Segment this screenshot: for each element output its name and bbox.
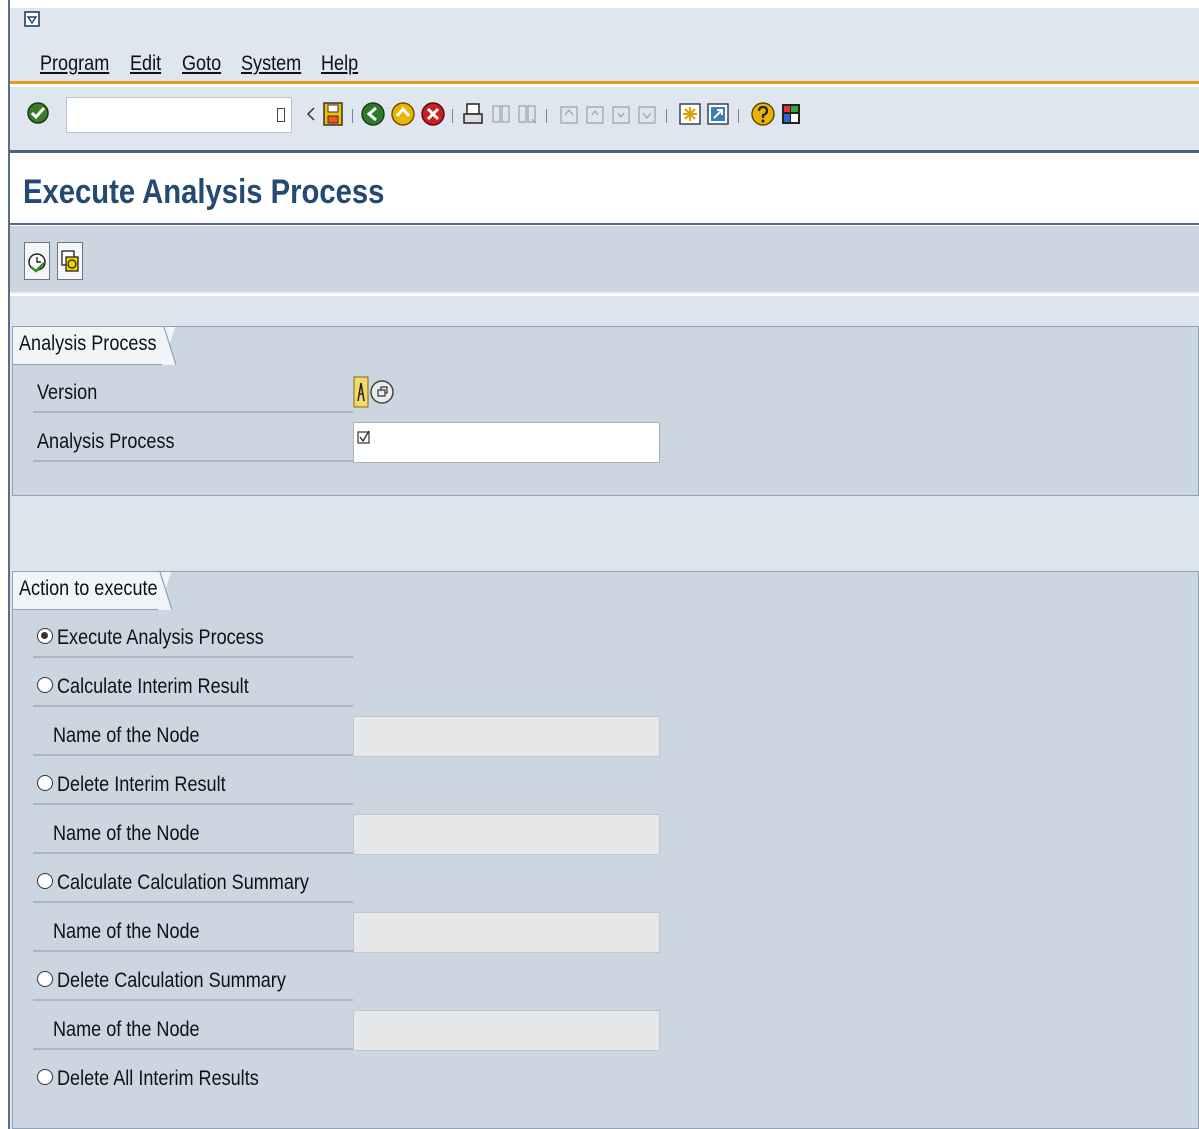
save-icon[interactable] — [322, 101, 344, 127]
execute-background-button[interactable] — [57, 242, 83, 280]
menu-program[interactable]: Program — [40, 52, 116, 76]
toolbar-separator — [352, 109, 353, 123]
option-label: Calculate Calculation Summary — [57, 871, 309, 894]
radio-delete-all-interim-results[interactable] — [37, 1069, 53, 1085]
toolbar-separator — [738, 109, 739, 123]
radio-delete-interim-result[interactable] — [37, 775, 53, 791]
option-delete-calculation-summary[interactable]: Delete Calculation Summary — [33, 963, 353, 1001]
option-label: Delete All Interim Results — [57, 1067, 259, 1090]
standard-toolbar — [10, 87, 1199, 153]
menu-help[interactable]: Help — [321, 52, 364, 76]
print-icon[interactable] — [462, 101, 484, 127]
node-name-input-2 — [353, 814, 660, 855]
back-icon[interactable] — [360, 101, 386, 127]
group-tab-slant — [162, 327, 176, 365]
group-tab-slant — [158, 572, 172, 610]
node-name-row-1: Name of the Node — [33, 718, 353, 756]
last-page-icon — [638, 106, 656, 124]
node-name-input-3 — [353, 912, 660, 953]
analysis-process-label: Analysis Process — [37, 430, 175, 453]
next-page-icon — [612, 106, 630, 124]
option-label: Delete Interim Result — [57, 773, 226, 796]
shortcut-icon[interactable] — [706, 101, 730, 127]
option-label: Delete Calculation Summary — [57, 969, 286, 992]
required-field-check-icon — [357, 430, 370, 444]
radio-calculate-calculation-summary[interactable] — [37, 873, 53, 889]
menu-items: Program Edit Goto System Help — [40, 52, 373, 76]
node-name-label: Name of the Node — [53, 1018, 200, 1041]
option-calculate-interim-result[interactable]: Calculate Interim Result — [33, 669, 353, 707]
option-label: Calculate Interim Result — [57, 675, 249, 698]
first-page-icon — [560, 106, 578, 124]
analysis-process-group-title: Analysis Process — [13, 327, 175, 365]
create-session-icon[interactable] — [678, 101, 702, 127]
node-name-input-4 — [353, 1010, 660, 1051]
radio-calculate-interim-result[interactable] — [37, 677, 53, 693]
customize-layout-icon[interactable] — [780, 101, 802, 127]
option-label: Execute Analysis Process — [57, 626, 264, 649]
menu-system[interactable]: System — [241, 52, 308, 76]
system-menu-icon[interactable] — [24, 11, 40, 28]
node-name-row-3: Name of the Node — [33, 914, 353, 952]
menu-edit[interactable]: Edit — [130, 52, 173, 76]
toolbar-separator — [452, 109, 453, 123]
command-field[interactable] — [66, 97, 292, 133]
command-history-icon[interactable] — [277, 108, 285, 122]
analysis-process-group: Analysis Process Version Analysis Proces… — [12, 326, 1199, 496]
node-name-row-2: Name of the Node — [33, 816, 353, 854]
find-icon — [492, 105, 510, 123]
option-delete-all-interim-results[interactable]: Delete All Interim Results — [33, 1061, 353, 1099]
find-next-icon — [518, 105, 537, 124]
analysis-process-input[interactable] — [353, 422, 660, 463]
help-icon[interactable] — [750, 101, 776, 127]
application-toolbar — [10, 226, 1199, 294]
execute-button[interactable] — [24, 242, 50, 280]
action-group-title: Action to execute — [13, 572, 171, 610]
node-name-label: Name of the Node — [53, 920, 200, 943]
version-row: Version — [33, 375, 353, 413]
window-left-edge — [0, 0, 10, 1129]
toolbar-separator — [666, 109, 667, 123]
analysis-process-row: Analysis Process — [33, 424, 353, 462]
radio-execute-analysis-process[interactable] — [37, 628, 53, 644]
title-bar: Execute Analysis Process — [10, 153, 1199, 225]
execute-background-icon — [61, 250, 79, 272]
node-name-row-4: Name of the Node — [33, 1012, 353, 1050]
node-name-label: Name of the Node — [53, 724, 200, 747]
cancel-icon[interactable] — [420, 101, 446, 127]
option-execute-analysis-process[interactable]: Execute Analysis Process — [33, 620, 353, 658]
option-calculate-calculation-summary[interactable]: Calculate Calculation Summary — [33, 865, 353, 903]
action-group: Action to execute Execute Analysis Proce… — [12, 571, 1199, 1129]
radio-delete-calculation-summary[interactable] — [37, 971, 53, 987]
node-name-label: Name of the Node — [53, 822, 200, 845]
previous-page-icon — [586, 106, 604, 124]
execute-clock-icon — [28, 253, 46, 273]
version-label: Version — [37, 381, 98, 404]
toolbar-separator — [546, 109, 547, 123]
page-title: Execute Analysis Process — [23, 173, 385, 211]
menu-bar: Program Edit Goto System Help — [10, 8, 1199, 84]
option-delete-interim-result[interactable]: Delete Interim Result — [33, 767, 353, 805]
menu-goto[interactable]: Goto — [182, 52, 231, 76]
exit-icon[interactable] — [390, 101, 416, 127]
enter-check-icon[interactable] — [26, 101, 50, 125]
version-active-icon[interactable] — [353, 375, 395, 409]
collapse-arrow-icon[interactable] — [306, 107, 316, 121]
node-name-input-1 — [353, 716, 660, 757]
